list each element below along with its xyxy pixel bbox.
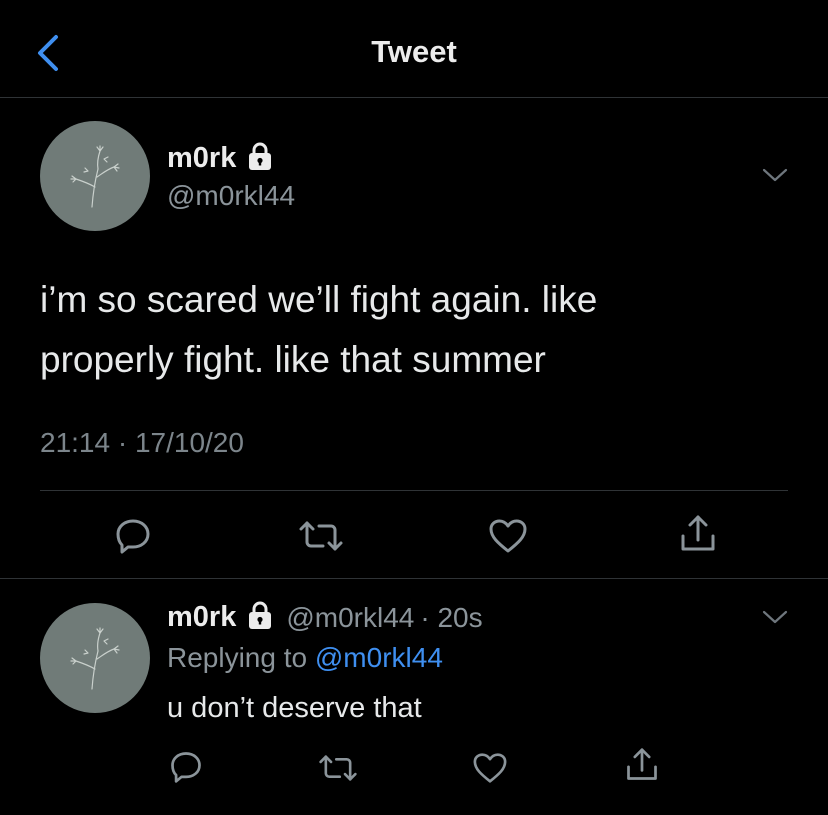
reply-author-name[interactable]: m0rk [167, 601, 236, 634]
heart-icon [473, 753, 507, 783]
share-button[interactable] [678, 514, 718, 559]
reply-author-row: m0rk @m0rkl44 · 20s [167, 600, 483, 635]
tweet-options-button[interactable] [760, 166, 790, 184]
heart-icon [489, 519, 527, 553]
reply-like-button[interactable] [472, 752, 508, 789]
replying-to-line: Replying to @m0rkl44 [167, 642, 443, 674]
author-name-row: m0rk [167, 141, 274, 176]
reply-options-button[interactable] [760, 608, 790, 626]
reply-share-button[interactable] [624, 747, 660, 788]
reply-avatar[interactable] [40, 603, 150, 713]
flower-avatar-icon [70, 145, 120, 208]
like-button[interactable] [488, 518, 528, 559]
lock-icon [246, 141, 274, 176]
chevron-down-icon [762, 610, 788, 624]
header-bar: Tweet [0, 0, 828, 98]
share-icon [681, 515, 715, 551]
tweet-text: i’m so scared we’ll fight again. like pr… [40, 270, 800, 390]
author-handle: @m0rkl44 [167, 180, 296, 211]
reply-text: u don’t deserve that [167, 692, 422, 724]
retweet-icon [299, 521, 343, 551]
divider [0, 578, 828, 579]
reply-icon [171, 752, 201, 783]
reply-time: · 20s [420, 601, 483, 633]
reply-icon [116, 519, 150, 554]
chevron-down-icon [762, 168, 788, 182]
tweet-timestamp[interactable]: 21:14 · 17/10/20 [40, 427, 244, 459]
divider [40, 490, 788, 491]
replying-to-prefix: Replying to [167, 642, 315, 673]
author-name[interactable]: m0rk [167, 142, 236, 175]
retweet-icon [319, 755, 357, 781]
reply-reply-button[interactable] [168, 749, 204, 790]
retweet-button[interactable] [298, 518, 344, 559]
lock-icon [246, 600, 274, 635]
tweet-text-line: i’m so scared we’ll fight again. like [40, 279, 598, 320]
replying-to-link[interactable]: @m0rkl44 [315, 642, 443, 673]
tweet-text-line: properly fight. like that summer [40, 339, 546, 380]
share-icon [627, 748, 657, 780]
reply-button[interactable] [113, 516, 153, 561]
avatar[interactable] [40, 121, 150, 231]
reply-author-handle: @m0rkl44 [286, 601, 415, 633]
page-title: Tweet [371, 34, 457, 69]
reply-retweet-button[interactable] [318, 752, 358, 789]
flower-avatar-icon [70, 627, 120, 690]
